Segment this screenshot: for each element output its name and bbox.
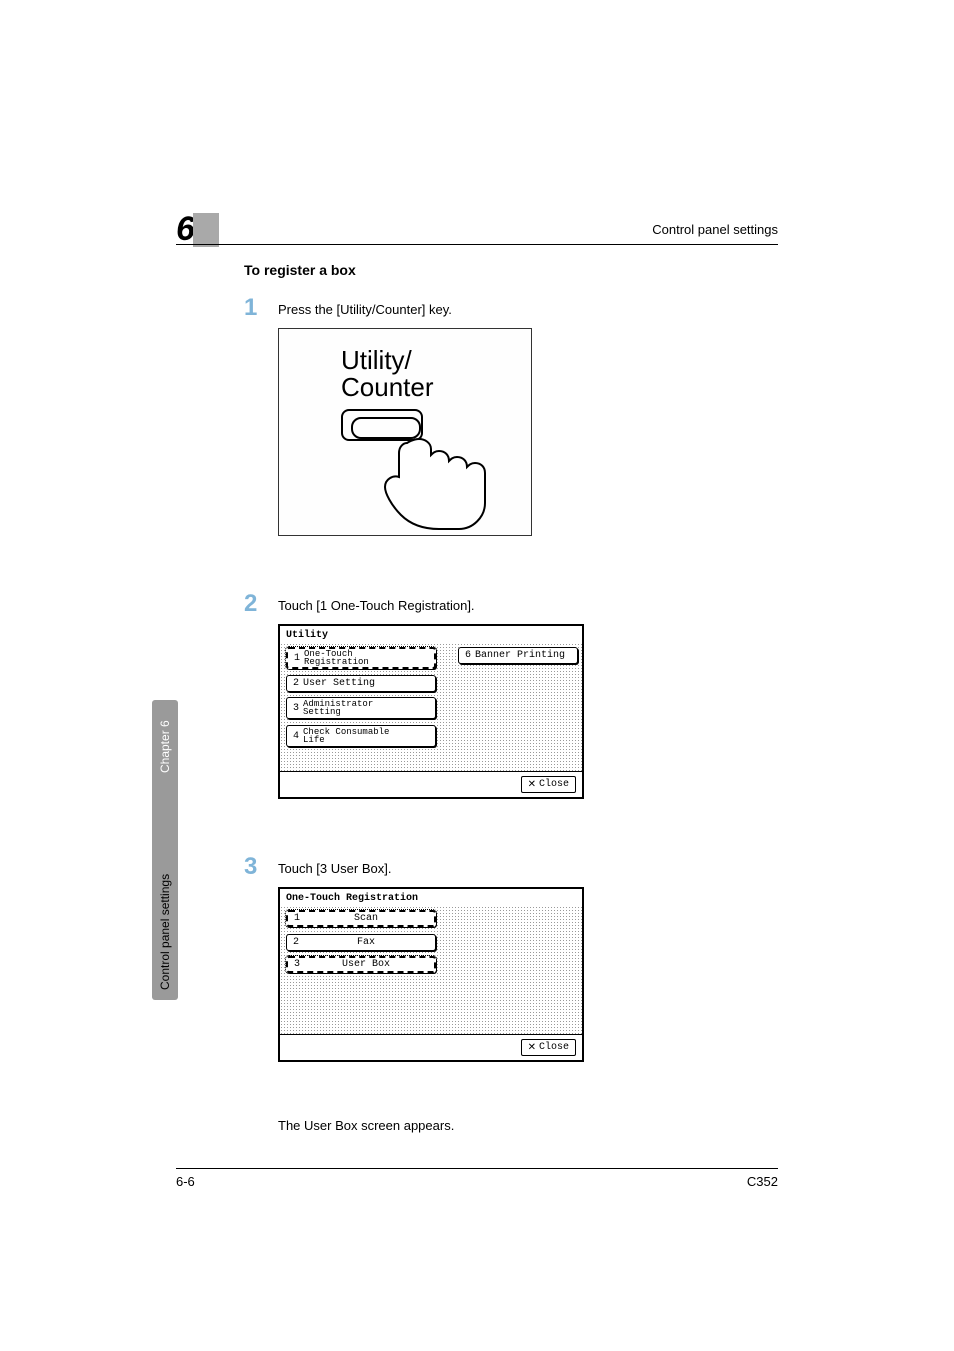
screen-footer: ✕ Close (280, 1034, 582, 1060)
item-index: 3 (294, 959, 300, 970)
item-label: Scan (304, 913, 428, 924)
step-text: Touch [1 One-Touch Registration]. (278, 592, 475, 616)
screen-footer: ✕ Close (280, 771, 582, 797)
item-index: 2 (293, 937, 299, 948)
menu-item-fax[interactable]: 2 Fax (286, 934, 436, 951)
model-number: C352 (747, 1174, 778, 1189)
item-index: 4 (293, 731, 299, 742)
item-label: User Setting (303, 678, 375, 689)
menu-item-user-setting[interactable]: 2 User Setting (286, 675, 436, 692)
side-tab-chapter: Chapter 6 (158, 720, 172, 773)
item-index: 2 (293, 678, 299, 689)
step-2: 2 Touch [1 One-Touch Registration]. (244, 592, 778, 616)
key-label-line2: Counter (341, 372, 434, 402)
menu-item-administrator-setting[interactable]: 3 Administrator Setting (286, 697, 436, 719)
step-number: 2 (244, 592, 278, 616)
key-label-line1: Utility/ (341, 345, 412, 375)
item-index: 1 (294, 913, 300, 924)
hand-icon (377, 433, 497, 533)
close-icon: ✕ (528, 1042, 536, 1053)
screen-title: Utility (280, 626, 582, 643)
item-index: 6 (465, 650, 471, 661)
item-label: Administrator Setting (303, 700, 373, 716)
item-label: One-Touch Registration (304, 650, 369, 666)
screen-body: 1 Scan 2 Fax 3 User Box (280, 906, 582, 1034)
footer-rule (176, 1168, 778, 1169)
result-text: The User Box screen appears. (278, 1118, 778, 1133)
chapter-bar (193, 213, 219, 247)
screen-one-touch-registration: One-Touch Registration 1 Scan 2 Fax 3 Us… (278, 887, 584, 1062)
item-label: Fax (303, 937, 429, 948)
side-tab-section: Control panel settings (158, 874, 172, 990)
header-section-title: Control panel settings (652, 222, 778, 237)
menu-item-user-box[interactable]: 3 User Box (286, 956, 436, 973)
step-text: Press the [Utility/Counter] key. (278, 296, 452, 320)
menu-item-one-touch-registration[interactable]: 1 One-Touch Registration (286, 647, 436, 669)
key-label: Utility/ Counter (341, 347, 434, 402)
close-label: Close (539, 779, 569, 790)
screen-title: One-Touch Registration (280, 889, 582, 906)
close-button[interactable]: ✕ Close (521, 1039, 576, 1056)
content-column: To register a box 1 Press the [Utility/C… (244, 262, 778, 1133)
page-number: 6-6 (176, 1174, 195, 1189)
section-heading: To register a box (244, 262, 778, 278)
step-text: Touch [3 User Box]. (278, 855, 391, 879)
close-icon: ✕ (528, 779, 536, 790)
page: 6 Control panel settings Chapter 6 Contr… (0, 0, 954, 1351)
step-3: 3 Touch [3 User Box]. (244, 855, 778, 879)
menu-item-banner-printing[interactable]: 6 Banner Printing (458, 647, 578, 664)
figure-key-press: Utility/ Counter (278, 328, 532, 536)
item-label: User Box (304, 959, 428, 970)
close-label: Close (539, 1042, 569, 1053)
item-label: Check Consumable Life (303, 728, 389, 744)
close-button[interactable]: ✕ Close (521, 776, 576, 793)
header-rule (176, 244, 778, 245)
menu-item-check-consumable[interactable]: 4 Check Consumable Life (286, 725, 436, 747)
step-number: 3 (244, 855, 278, 879)
item-label: Banner Printing (475, 650, 565, 661)
step-1: 1 Press the [Utility/Counter] key. (244, 296, 778, 320)
item-index: 3 (293, 703, 299, 714)
step-number: 1 (244, 296, 278, 320)
item-index: 1 (294, 653, 300, 664)
menu-item-scan[interactable]: 1 Scan (286, 910, 436, 927)
screen-body: 1 One-Touch Registration 2 User Setting … (280, 643, 582, 771)
screen-utility: Utility 1 One-Touch Registration 2 User … (278, 624, 584, 799)
